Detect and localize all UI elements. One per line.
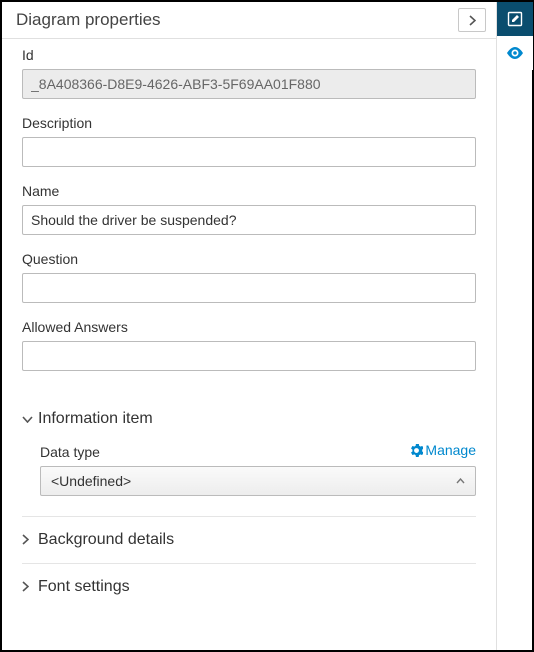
section-header-background-details[interactable]: Background details [22,517,476,563]
properties-panel: Diagram properties Id Description Name Q… [2,2,496,650]
id-input [22,69,476,99]
description-label: Description [22,115,476,131]
name-label: Name [22,183,476,199]
name-input[interactable] [22,205,476,235]
section-header-font-settings[interactable]: Font settings [22,564,476,610]
edit-icon [507,11,523,27]
tab-preview[interactable] [497,36,533,70]
chevron-up-icon [456,478,465,484]
data-type-value: <Undefined> [51,473,131,489]
chevron-right-icon [22,534,38,545]
question-field: Question [22,251,476,303]
gear-icon [410,444,423,457]
chevron-right-icon [22,581,38,592]
manage-data-types-link[interactable]: Manage [410,442,476,458]
allowed-answers-input[interactable] [22,341,476,371]
id-label: Id [22,47,476,63]
allowed-answers-field: Allowed Answers [22,319,476,371]
section-title-background-details: Background details [38,531,174,549]
eye-icon [506,47,524,59]
panel-content: Id Description Name Question Allowed Ans… [2,39,496,650]
section-body-information-item: Data type Manage <Undefined> [22,442,476,516]
allowed-answers-label: Allowed Answers [22,319,476,335]
section-background-details: Background details [22,516,476,563]
name-field: Name [22,183,476,235]
right-sidebar [496,2,532,650]
data-type-select[interactable]: <Undefined> [40,466,476,496]
section-information-item: Information item Data type Manage <Undef… [22,395,476,516]
question-label: Question [22,251,476,267]
section-title-font-settings: Font settings [38,578,130,596]
data-type-label: Data type [40,444,100,460]
question-input[interactable] [22,273,476,303]
panel-title: Diagram properties [16,10,161,30]
chevron-down-icon [22,416,38,423]
section-header-information-item[interactable]: Information item [22,396,476,442]
section-title-information-item: Information item [38,410,153,428]
chevron-right-icon [469,15,476,26]
description-input[interactable] [22,137,476,167]
id-field: Id [22,47,476,99]
description-field: Description [22,115,476,167]
manage-label: Manage [425,442,476,458]
tab-properties[interactable] [497,2,533,36]
collapse-panel-button[interactable] [458,8,486,32]
panel-header: Diagram properties [2,2,496,39]
section-font-settings: Font settings [22,563,476,610]
